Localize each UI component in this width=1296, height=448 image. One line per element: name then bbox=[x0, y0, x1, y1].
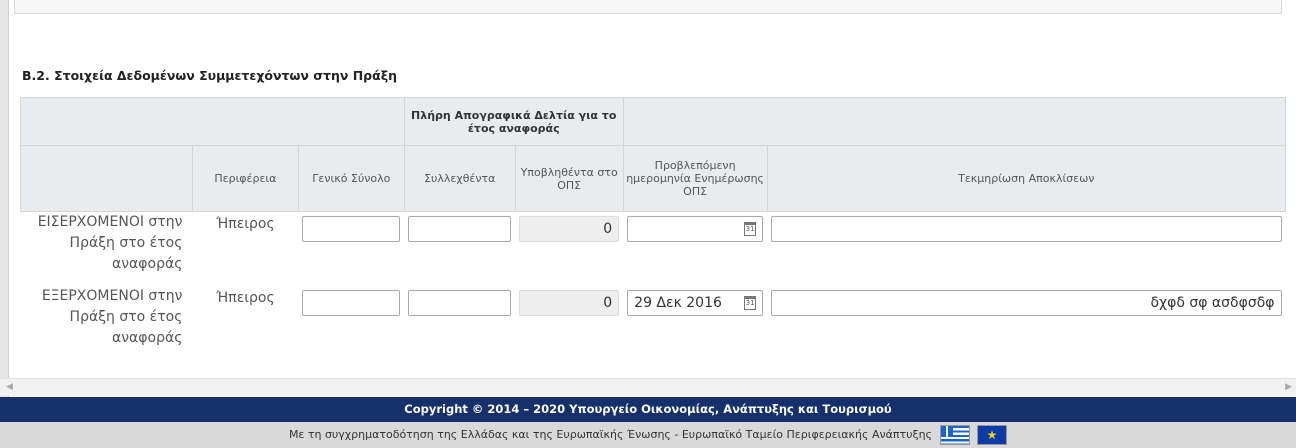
header-label bbox=[20, 145, 193, 212]
row-region: Ήπειρος bbox=[216, 289, 275, 306]
row-label: ΕΞΕΡΧΟΜΕΝΟΙ στην Πράξη στο έτος αναφοράς bbox=[41, 287, 183, 346]
header-justification: Τεκμηρίωση Αποκλίσεων bbox=[766, 145, 1287, 212]
planned-date-input[interactable]: 31 bbox=[627, 216, 764, 242]
row-label: ΕΙΣΕΡΧΟΜΕΝΟΙ στην Πράξη στο έτος αναφορά… bbox=[37, 214, 183, 272]
justification-input[interactable]: δχφδ σφ ασδφσδφ bbox=[771, 289, 1282, 316]
submitted-field: 0 bbox=[519, 216, 620, 242]
left-rail bbox=[0, 0, 9, 397]
collected-input[interactable] bbox=[408, 216, 512, 242]
calendar-icon[interactable]: 31 bbox=[744, 222, 757, 236]
greek-flag-icon bbox=[939, 425, 970, 445]
header-planned-date: Προβλεπόμενη ημερομηνία Ενημέρωσης ΟΠΣ bbox=[622, 145, 768, 212]
planned-date-value: 29 Δεκ 2016 bbox=[634, 294, 722, 311]
table-row: ΕΞΕΡΧΟΜΕΝΟΙ στην Πράξη στο έτος αναφοράς… bbox=[21, 286, 1286, 364]
total-input[interactable] bbox=[302, 289, 401, 316]
calendar-icon[interactable]: 31 bbox=[744, 295, 757, 310]
header-collected: Συλλεχθέντα bbox=[403, 145, 516, 212]
participants-table: Πλήρη Απογραφικά Δελτία για το έτος αναφ… bbox=[20, 97, 1287, 364]
group-header: Πλήρη Απογραφικά Δελτία για το έτος αναφ… bbox=[403, 97, 624, 146]
justification-input[interactable] bbox=[771, 216, 1282, 242]
section-title: B.2. Στοιχεία Δεδομένων Συμμετεχόντων στ… bbox=[22, 68, 397, 83]
header-submitted: Υποβληθέντα στο ΟΠΣ bbox=[514, 145, 624, 212]
scroll-right-icon[interactable]: ▶ bbox=[1285, 382, 1292, 392]
horizontal-scrollbar[interactable]: ◀ ▶ bbox=[0, 378, 1296, 396]
page: B.2. Στοιχεία Δεδομένων Συμμετεχόντων στ… bbox=[0, 0, 1296, 448]
footer-funding: Με τη συγχρηματοδότηση της Ελλάδας και τ… bbox=[0, 422, 1296, 448]
planned-date-input[interactable]: 29 Δεκ 2016 31 bbox=[627, 289, 764, 316]
top-panel bbox=[14, 0, 1282, 14]
table-row: ΕΙΣΕΡΧΟΜΕΝΟΙ στην Πράξη στο έτος αναφορά… bbox=[21, 212, 1286, 286]
collected-input[interactable] bbox=[408, 289, 512, 316]
funding-text: Με τη συγχρηματοδότηση της Ελλάδας και τ… bbox=[288, 428, 933, 441]
total-input[interactable] bbox=[302, 216, 401, 242]
header-total: Γενικό Σύνολο bbox=[297, 145, 405, 212]
submitted-field: 0 bbox=[519, 289, 620, 316]
header-region: Περιφέρεια bbox=[191, 145, 299, 212]
eu-flag-icon: ★ bbox=[977, 425, 1008, 445]
header-blank-left bbox=[20, 97, 405, 146]
scroll-left-icon[interactable]: ◀ bbox=[6, 382, 13, 392]
footer-copyright: Copyright © 2014 – 2020 Υπουργείο Οικονο… bbox=[0, 397, 1296, 422]
row-region: Ήπειρος bbox=[216, 216, 275, 232]
header-blank-right bbox=[622, 97, 1287, 146]
